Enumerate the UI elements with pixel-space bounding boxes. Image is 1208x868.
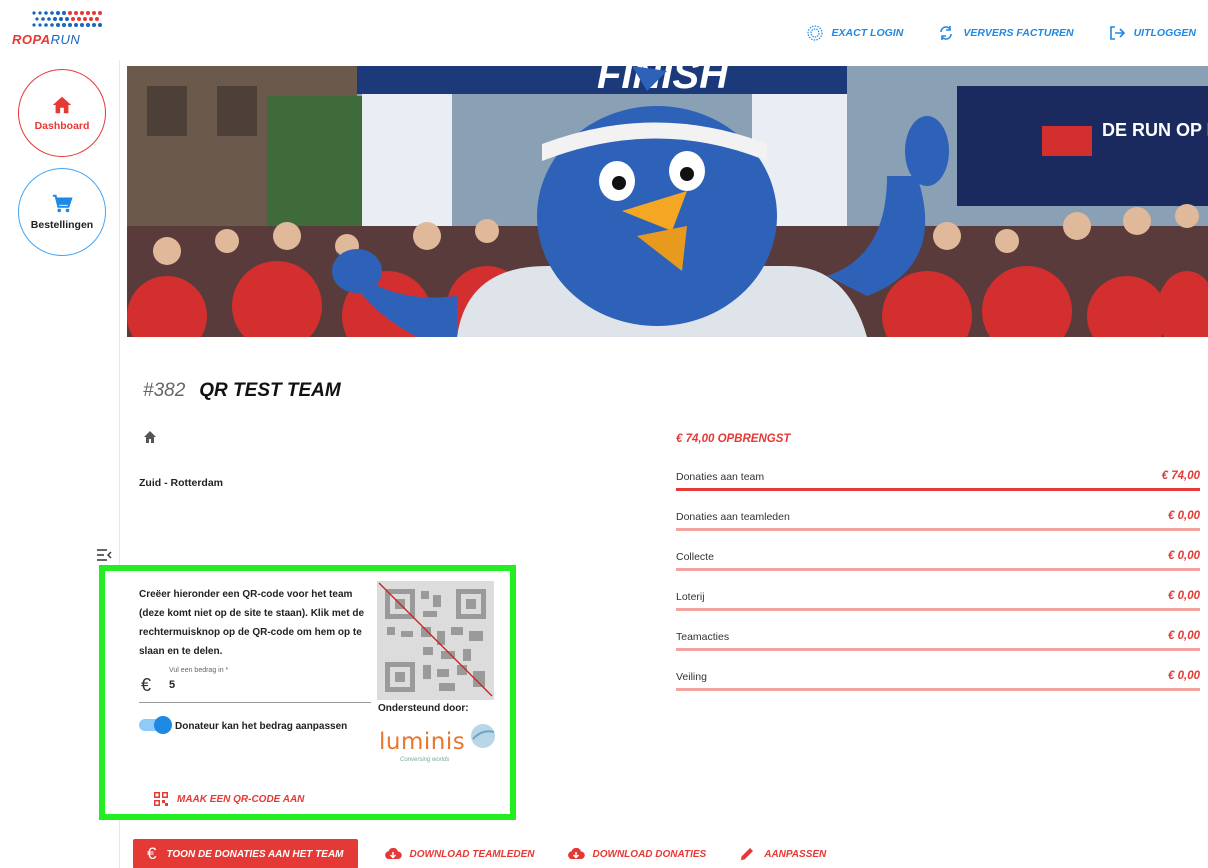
qr-code-panel: Creëer hieronder een QR-code voor het te… (99, 565, 516, 820)
revenue-bar (676, 488, 1200, 491)
luminis-logo: luminis Conversing worlds (378, 721, 498, 767)
show-team-donations-button[interactable]: € TOON DE DONATIES AAN HET TEAM (133, 839, 358, 868)
euro-icon: € (141, 675, 152, 695)
revenue-bar (676, 608, 1200, 611)
amount-field[interactable]: € Vul een bedrag in * (139, 663, 371, 703)
edit-team-button[interactable]: AANPASSEN (732, 845, 832, 863)
make-qr-code-button[interactable]: MAAK EEN QR-CODE AAN (153, 791, 304, 807)
revenue-bar (676, 568, 1200, 571)
revenue-row: Veiling € 0,00 (676, 667, 1200, 707)
revenue-total: € 74,00 OPBRENGST (676, 433, 791, 445)
amount-label: Vul een bedrag in * (169, 667, 229, 674)
roparun-logo[interactable]: ROPARUN (8, 8, 104, 48)
logout-button[interactable]: UITLOGGEN (1108, 24, 1196, 42)
revenue-row: Collecte € 0,00 (676, 547, 1200, 587)
revenue-bar (676, 648, 1200, 651)
top-navigation: EXACT LOGIN VERVERS FACTUREN UITLOGGEN (806, 24, 1196, 42)
revenue-row: Donaties aan teamleden € 0,00 (676, 507, 1200, 547)
euro-icon: € (147, 844, 157, 863)
revenue-bar (676, 528, 1200, 531)
revenue-bar (676, 688, 1200, 691)
collapse-sidebar-icon[interactable] (96, 548, 112, 562)
team-location: Zuid - Rotterdam (139, 477, 223, 489)
cloud-download-icon (567, 847, 585, 859)
team-title: #382 QR TEST TEAM (143, 380, 341, 402)
qr-code-image[interactable] (377, 581, 494, 700)
sidebar-item-bestellingen[interactable]: Bestellingen (18, 168, 106, 256)
cart-icon (52, 194, 73, 213)
revenue-row: Teamacties € 0,00 (676, 627, 1200, 667)
sponsor-tagline: Conversing worlds (400, 757, 450, 763)
download-donations-button[interactable]: DOWNLOAD DONATIES (561, 845, 713, 863)
sidebar-item-dashboard[interactable]: Dashboard (18, 69, 106, 157)
home-icon (144, 431, 156, 443)
exact-icon (806, 25, 823, 41)
logo-wordmark: ROPARUN (12, 32, 81, 47)
download-team-members-button[interactable]: DOWNLOAD TEAMLEDEN (378, 845, 541, 863)
team-actions: € TOON DE DONATIES AAN HET TEAM DOWNLOAD… (133, 839, 832, 868)
toggle-label: Donateur kan het bedrag aanpassen (175, 721, 348, 732)
revenue-row: Donaties aan team € 74,00 (676, 467, 1200, 507)
revenue-panel: € 74,00 OPBRENGST Donaties aan team € 74… (676, 433, 1200, 707)
exact-login-button[interactable]: EXACT LOGIN (806, 24, 903, 42)
team-name: QR TEST TEAM (199, 380, 341, 401)
logo-dots-graphic (32, 11, 102, 27)
cloud-download-icon (384, 847, 402, 859)
sponsor-name: luminis (379, 729, 466, 755)
qr-code-icon (154, 792, 168, 806)
toggle-knob (154, 716, 172, 734)
team-number: #382 (143, 380, 186, 401)
qr-placeholder-graphic (377, 581, 494, 700)
supported-by-label: Ondersteund door: (378, 703, 469, 714)
finish-mascot-photo: FINISH DE RUN OP HET LEVEN (127, 66, 1208, 337)
amount-input[interactable] (169, 679, 359, 691)
hero-banner-image: FINISH DE RUN OP HET LEVEN (127, 66, 1208, 337)
home-icon (52, 96, 72, 114)
refresh-icon (940, 26, 953, 40)
revenue-bar-fill (676, 488, 1200, 491)
adjustable-amount-toggle[interactable] (139, 716, 172, 734)
revenue-row: Loterij € 0,00 (676, 587, 1200, 627)
qr-description: Creëer hieronder een QR-code voor het te… (139, 589, 365, 657)
luminis-swoosh-icon (471, 724, 495, 748)
refresh-invoices-button[interactable]: VERVERS FACTUREN (937, 24, 1074, 42)
svg-text:DE RUN OP HET LEVEN: DE RUN OP HET LEVEN (1102, 120, 1208, 140)
logout-icon (1109, 26, 1125, 40)
pencil-icon (741, 848, 754, 860)
